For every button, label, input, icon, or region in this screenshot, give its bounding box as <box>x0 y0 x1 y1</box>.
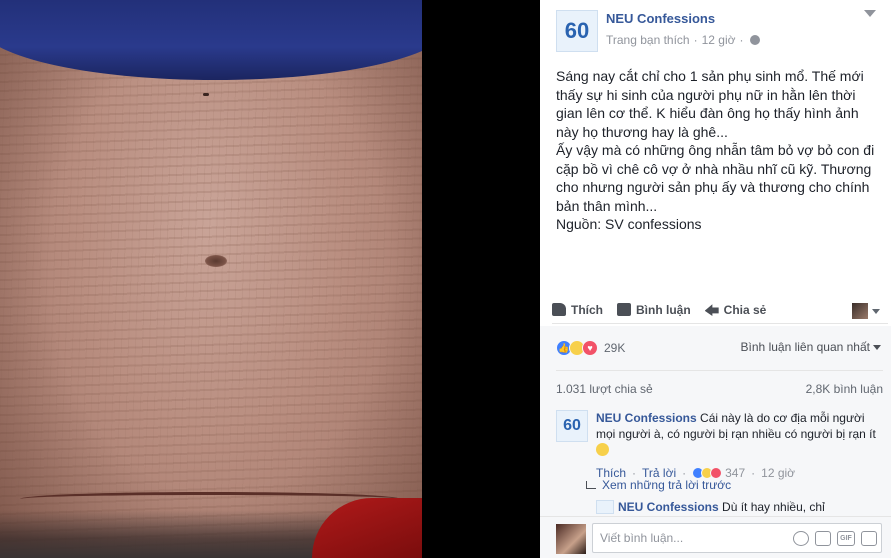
comment-time[interactable]: 12 giờ <box>761 466 795 480</box>
photo-shirt <box>0 0 422 80</box>
comment-action-separator-3: · <box>751 466 756 480</box>
shares-row: 1.031 lượt chia sẻ 2,8K bình luận <box>556 370 883 400</box>
comment-label: Bình luận <box>636 302 691 317</box>
like-label: Thích <box>571 302 603 317</box>
post-photo <box>0 0 422 558</box>
gif-icon[interactable]: GIF <box>837 531 855 546</box>
composer-icons: GIF <box>793 531 877 546</box>
feedback-section: 👍 ♥ 29K Bình luận liên quan nhất 1.031 l… <box>540 326 891 558</box>
sad-emoji-icon <box>596 443 609 456</box>
reactions-summary[interactable]: 👍 ♥ 29K <box>556 340 625 356</box>
view-replies-label: Xem những trả lời trước <box>602 478 732 492</box>
globe-icon <box>749 35 760 45</box>
chevron-down-icon[interactable] <box>864 10 876 17</box>
share-icon <box>704 304 719 316</box>
page-avatar-text: 60 <box>564 18 590 43</box>
like-button[interactable]: Thích <box>552 303 603 317</box>
page-name[interactable]: NEU Confessions <box>606 11 715 26</box>
share-label: Chia sẻ <box>723 302 767 317</box>
photo-theater: 60 NEU Confessions Trang bạn thích · 12 … <box>0 0 891 558</box>
love-reaction-icon: ♥ <box>582 340 598 356</box>
sticker-icon[interactable] <box>861 531 877 546</box>
comment-count[interactable]: 2,8K bình luận <box>806 382 883 396</box>
comment-button[interactable]: Bình luận <box>617 303 691 317</box>
action-bar: Thích Bình luận Chia sẻ <box>552 296 888 324</box>
comment-box[interactable]: GIF <box>592 523 882 553</box>
comment-author[interactable]: NEU Confessions <box>596 411 697 425</box>
photo-towel <box>312 498 422 558</box>
comment-input[interactable] <box>600 531 780 545</box>
post-text: Sáng nay cắt chỉ cho 1 sản phụ sinh mổ. … <box>556 68 875 232</box>
comment-icon <box>617 303 631 316</box>
post-header: 60 NEU Confessions Trang bạn thích · 12 … <box>556 8 886 52</box>
like-icon <box>552 303 566 316</box>
photo-mark <box>203 93 209 96</box>
camera-icon[interactable] <box>815 531 831 546</box>
viewer-avatar <box>852 303 868 319</box>
caret-down-icon <box>872 308 880 314</box>
user-avatar <box>556 524 586 554</box>
photo-incision <box>20 492 400 506</box>
audience-label[interactable]: Trang bạn thích <box>606 33 690 47</box>
reply-arrow-icon <box>586 481 596 489</box>
reply-avatar[interactable] <box>596 500 614 514</box>
photo-viewer[interactable] <box>0 0 540 558</box>
sort-label: Bình luận liên quan nhất <box>740 340 870 354</box>
view-previous-replies[interactable]: Xem những trả lời trước <box>586 478 731 492</box>
sort-caret-icon <box>873 344 881 350</box>
reply-item: NEU Confessions Dù ít hay nhiều, chỉ <box>596 500 886 516</box>
post-panel: 60 NEU Confessions Trang bạn thích · 12 … <box>540 0 891 558</box>
meta-separator: · <box>693 33 698 47</box>
post-meta: Trang bạn thích · 12 giờ · <box>606 33 760 47</box>
comment-avatar-text: 60 <box>563 417 581 434</box>
comment-sort-dropdown[interactable]: Bình luận liên quan nhất <box>741 340 881 354</box>
reply-author[interactable]: NEU Confessions <box>618 500 719 514</box>
comment-composer: GIF <box>540 516 891 558</box>
comment-body: NEU Confessions Cái này là do cơ địa mỗi… <box>596 410 881 458</box>
reaction-count: 29K <box>604 341 626 355</box>
viewer-switcher[interactable] <box>852 303 880 319</box>
page-avatar[interactable]: 60 <box>556 10 598 52</box>
comment-avatar[interactable]: 60 <box>556 410 588 442</box>
post-time[interactable]: 12 giờ <box>702 33 736 47</box>
share-count[interactable]: 1.031 lượt chia sẻ <box>556 382 653 396</box>
photo-navel <box>205 255 227 267</box>
meta-separator-2: · <box>739 33 744 47</box>
share-button[interactable]: Chia sẻ <box>704 302 767 317</box>
emoji-icon[interactable] <box>793 531 809 546</box>
reply-text: Dù ít hay nhiều, chỉ <box>718 500 825 514</box>
